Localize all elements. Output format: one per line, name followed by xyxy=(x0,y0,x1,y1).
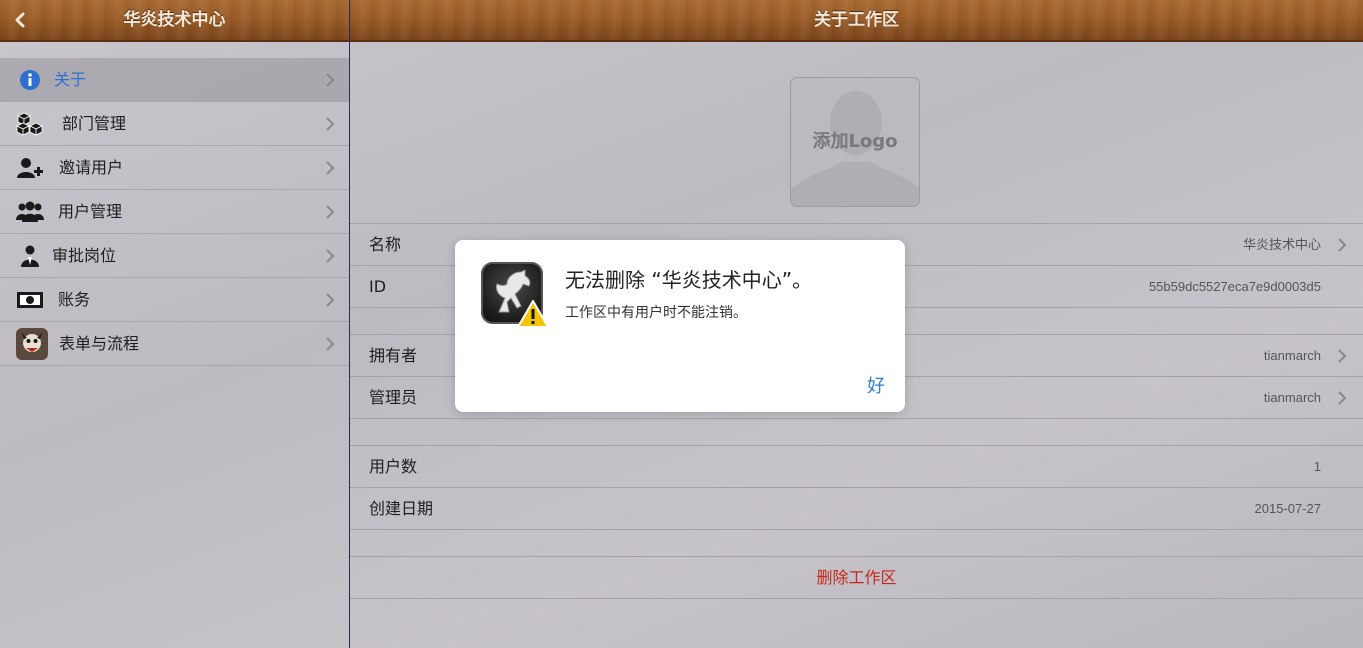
sidebar-item-forms-workflow[interactable]: 表单与流程 xyxy=(0,322,349,366)
sidebar-item-label: 审批岗位 xyxy=(52,246,117,265)
owner-label: 拥有者 xyxy=(369,346,418,365)
add-logo-label: 添加Logo xyxy=(812,131,898,152)
info-icon xyxy=(16,67,44,93)
sidebar-item-label: 用户管理 xyxy=(58,202,123,221)
page-title: 关于工作区 xyxy=(814,10,899,30)
alert-title: 无法删除 “华炎技术中心”。 xyxy=(565,268,813,292)
sidebar-item-label: 账务 xyxy=(58,290,91,309)
money-icon xyxy=(16,287,44,313)
user-count-value: 1 xyxy=(1313,459,1321,474)
user-count-row: 用户数 1 xyxy=(350,446,1363,488)
chevron-right-icon xyxy=(1338,238,1347,252)
delete-workspace-button[interactable]: 删除工作区 xyxy=(350,557,1363,599)
delete-row: 删除工作区 xyxy=(350,557,1363,599)
users-icon xyxy=(16,199,44,225)
alert-dialog: 无法删除 “华炎技术中心”。 工作区中有用户时不能注销。 好 xyxy=(455,240,905,412)
chevron-right-icon xyxy=(326,293,335,307)
sidebar-item-label: 表单与流程 xyxy=(59,334,140,353)
name-label: 名称 xyxy=(369,235,402,254)
admin-label: 管理员 xyxy=(369,388,418,407)
chevron-right-icon xyxy=(326,249,335,263)
chevron-right-icon xyxy=(326,73,335,87)
alert-message: 工作区中有用户时不能注销。 xyxy=(565,305,747,321)
sidebar-item-approval-positions[interactable]: 审批岗位 xyxy=(0,234,349,278)
sidebar-header: 华炎技术中心 xyxy=(0,0,349,42)
sidebar-item-user-management[interactable]: 用户管理 xyxy=(0,190,349,234)
chevron-right-icon xyxy=(326,337,335,351)
sidebar-item-invite-users[interactable]: 邀请用户 xyxy=(0,146,349,190)
user-count-label: 用户数 xyxy=(369,457,418,476)
sidebar-title: 华炎技术中心 xyxy=(123,10,226,30)
sidebar: 关于 部门管理 邀请用户 用户管理 审批岗位 账务 表单与流程 xyxy=(0,42,349,366)
chevron-right-icon xyxy=(326,117,335,131)
warning-icon xyxy=(517,300,549,328)
add-user-icon xyxy=(16,155,44,181)
sidebar-item-departments[interactable]: 部门管理 xyxy=(0,102,349,146)
sidebar-item-label: 部门管理 xyxy=(62,114,127,133)
sidebar-item-accounts[interactable]: 账务 xyxy=(0,278,349,322)
id-value: 55b59dc5527eca7e9d0003d5 xyxy=(1148,279,1321,294)
sidebar-item-label: 邀请用户 xyxy=(59,158,124,177)
main-header: 关于工作区 xyxy=(350,0,1363,42)
forms-app-icon xyxy=(16,328,48,360)
id-label: ID xyxy=(369,277,387,296)
chevron-right-icon xyxy=(1338,391,1347,405)
add-logo-button[interactable]: 添加Logo xyxy=(790,77,920,207)
created-date-value: 2015-07-27 xyxy=(1254,501,1322,516)
name-value: 华炎技术中心 xyxy=(1242,237,1321,252)
created-date-row: 创建日期 2015-07-27 xyxy=(350,488,1363,530)
ok-button[interactable]: 好 xyxy=(867,372,885,398)
chevron-right-icon xyxy=(326,205,335,219)
owner-value: tianmarch xyxy=(1263,348,1321,363)
approver-icon xyxy=(16,243,44,269)
chevron-right-icon xyxy=(1338,349,1347,363)
split-divider xyxy=(349,0,350,648)
boxes-icon xyxy=(16,111,44,137)
admin-value: tianmarch xyxy=(1263,390,1321,405)
chevron-right-icon xyxy=(326,161,335,175)
sidebar-item-about[interactable]: 关于 xyxy=(0,58,349,102)
created-date-label: 创建日期 xyxy=(369,499,434,518)
sidebar-item-label: 关于 xyxy=(54,70,87,89)
